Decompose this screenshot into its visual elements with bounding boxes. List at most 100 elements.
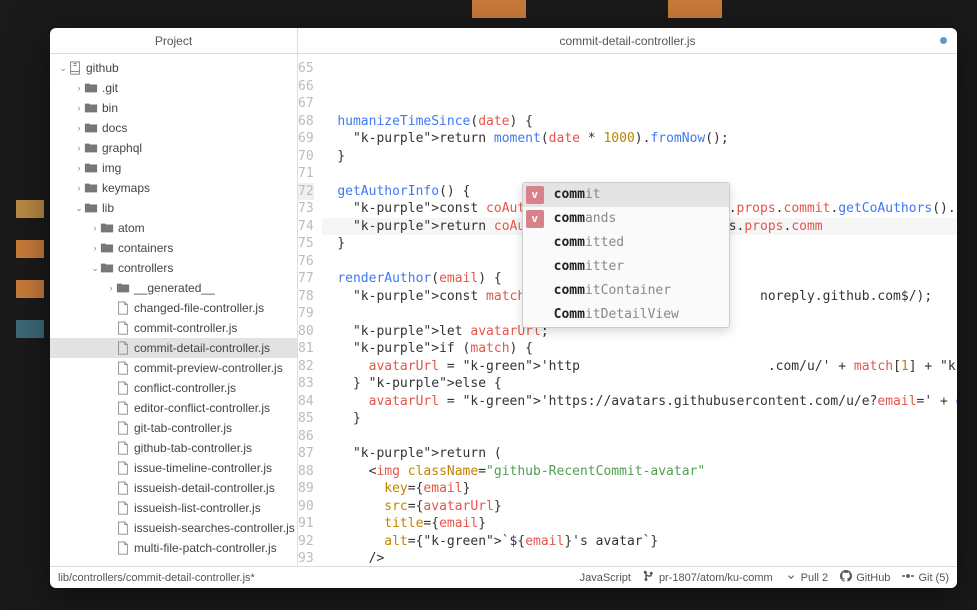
chevron-icon: › [74,123,84,133]
tree-folder[interactable]: ⌄github [50,58,297,78]
git-commit-icon [902,570,914,585]
code-line[interactable]: avatarUrl = "k-green">'http .com/u/' + m… [322,358,957,376]
file-icon [116,461,130,475]
tree-file[interactable]: commit-preview-controller.js [50,358,297,378]
tree-folder[interactable]: ⌄controllers [50,258,297,278]
folder-icon [84,181,98,195]
tree-item-label: commit-detail-controller.js [134,341,270,355]
status-github[interactable]: GitHub [840,570,890,585]
code-line[interactable]: humanizeTimeSince(date) { [322,113,957,131]
tree-folder[interactable]: ›.git [50,78,297,98]
tree-file[interactable]: issueish-list-controller.js [50,498,297,518]
tree-file[interactable]: changed-file-controller.js [50,298,297,318]
code-line[interactable]: "k-purple">if (match) { [322,340,957,358]
code-line[interactable]: /> [322,550,957,566]
project-panel-header[interactable]: Project [50,28,298,53]
code-line[interactable]: alt={"k-green">`${email}'s avatar`} [322,533,957,551]
file-tree[interactable]: ⌄github›.git›bin›docs›graphql›img›keymap… [50,54,298,566]
autocomplete-item[interactable]: v commands [523,207,729,231]
code-line[interactable]: } "k-purple">else { [322,375,957,393]
file-icon [116,321,130,335]
folder-icon [84,161,98,175]
autocomplete-item[interactable]: vCommitDetailView [523,303,729,327]
file-icon [116,481,130,495]
status-branch[interactable]: pr-1807/atom/ku-comm [643,570,773,585]
status-bar: lib/controllers/commit-detail-controller… [50,566,957,588]
suggestion-type-icon: v [526,210,544,228]
folder-icon [84,101,98,115]
autocomplete-item[interactable]: vcommit [523,183,729,207]
code-line[interactable]: "k-purple">return ( [322,445,957,463]
tree-item-label: controllers [118,261,173,275]
code-line[interactable]: src={avatarUrl} [322,498,957,516]
file-icon [116,301,130,315]
file-icon [116,421,130,435]
code-line[interactable]: title={email} [322,515,957,533]
code-area[interactable]: humanizeTimeSince(date) { "k-purple">ret… [322,54,957,566]
code-line[interactable]: avatarUrl = "k-green">'https://avatars.g… [322,393,957,411]
tree-folder[interactable]: ›bin [50,98,297,118]
code-line[interactable]: } [322,148,957,166]
code-line[interactable]: <img className="github-RecentCommit-avat… [322,463,957,481]
tree-file[interactable]: editor-conflict-controller.js [50,398,297,418]
tree-item-label: img [102,161,121,175]
file-icon [116,441,130,455]
status-git[interactable]: Git (5) [902,570,949,585]
suggestion-label: committed [554,234,624,252]
autocomplete-item[interactable]: vcommitted [523,231,729,255]
folder-icon [100,241,114,255]
chevron-icon: › [74,103,84,113]
tree-item-label: github-tab-controller.js [134,441,252,455]
autocomplete-item[interactable]: vcommitter [523,255,729,279]
autocomplete-popup[interactable]: vcommitvcommandsvcommittedvcommittervcom… [522,182,730,328]
tree-folder[interactable]: ›keymaps [50,178,297,198]
tree-file[interactable]: issue-timeline-controller.js [50,458,297,478]
code-line[interactable] [322,165,957,183]
code-line[interactable] [322,428,957,446]
tree-folder[interactable]: ›docs [50,118,297,138]
status-language[interactable]: JavaScript [580,572,631,584]
tree-file[interactable]: conflict-controller.js [50,378,297,398]
tree-item-label: containers [118,241,173,255]
tree-folder[interactable]: ⌄lib [50,198,297,218]
suggestion-label: commitContainer [554,282,671,300]
tree-item-label: graphql [102,141,142,155]
chevron-icon: ⌄ [58,63,68,74]
text-editor[interactable]: 6566676869707172737475767778798081828384… [298,54,957,566]
code-line[interactable]: "k-purple">return moment(date * 1000).fr… [322,130,957,148]
suggestion-type-icon: v [526,186,544,204]
tree-file[interactable]: github-tab-controller.js [50,438,297,458]
tree-item-label: commit-preview-controller.js [134,361,283,375]
code-line[interactable]: key={email} [322,480,957,498]
tree-folder[interactable]: ›__generated__ [50,278,297,298]
status-file-path[interactable]: lib/controllers/commit-detail-controller… [58,572,255,584]
project-label: Project [155,34,192,48]
tree-file[interactable]: git-tab-controller.js [50,418,297,438]
chevron-icon: › [106,283,116,293]
suggestion-label: commands [554,210,617,228]
tree-item-label: issue-timeline-controller.js [134,461,272,475]
folder-icon [84,121,98,135]
chevron-icon: › [90,223,100,233]
tree-file[interactable]: multi-file-patch-controller.js [50,538,297,558]
tree-folder[interactable]: ›atom [50,218,297,238]
code-line[interactable]: } [322,410,957,428]
editor-window: Project commit-detail-controller.js ⌄git… [50,28,957,588]
tree-folder[interactable]: ›containers [50,238,297,258]
tree-folder[interactable]: ›img [50,158,297,178]
tree-item-label: issueish-searches-controller.js [134,521,295,535]
tree-item-label: issueish-list-controller.js [134,501,261,515]
file-icon [116,541,130,555]
tree-file[interactable]: issueish-detail-controller.js [50,478,297,498]
tree-file[interactable]: commit-detail-controller.js [50,338,297,358]
tree-file[interactable]: issueish-searches-controller.js [50,518,297,538]
editor-tab[interactable]: commit-detail-controller.js [298,28,957,53]
code-line[interactable] [322,95,957,113]
file-icon [116,381,130,395]
tree-folder[interactable]: ›graphql [50,138,297,158]
autocomplete-item[interactable]: vcommitContainer [523,279,729,303]
line-number-gutter: 6566676869707172737475767778798081828384… [298,54,322,566]
status-pull[interactable]: Pull 2 [785,570,829,585]
tab-title: commit-detail-controller.js [559,34,695,48]
tree-file[interactable]: commit-controller.js [50,318,297,338]
